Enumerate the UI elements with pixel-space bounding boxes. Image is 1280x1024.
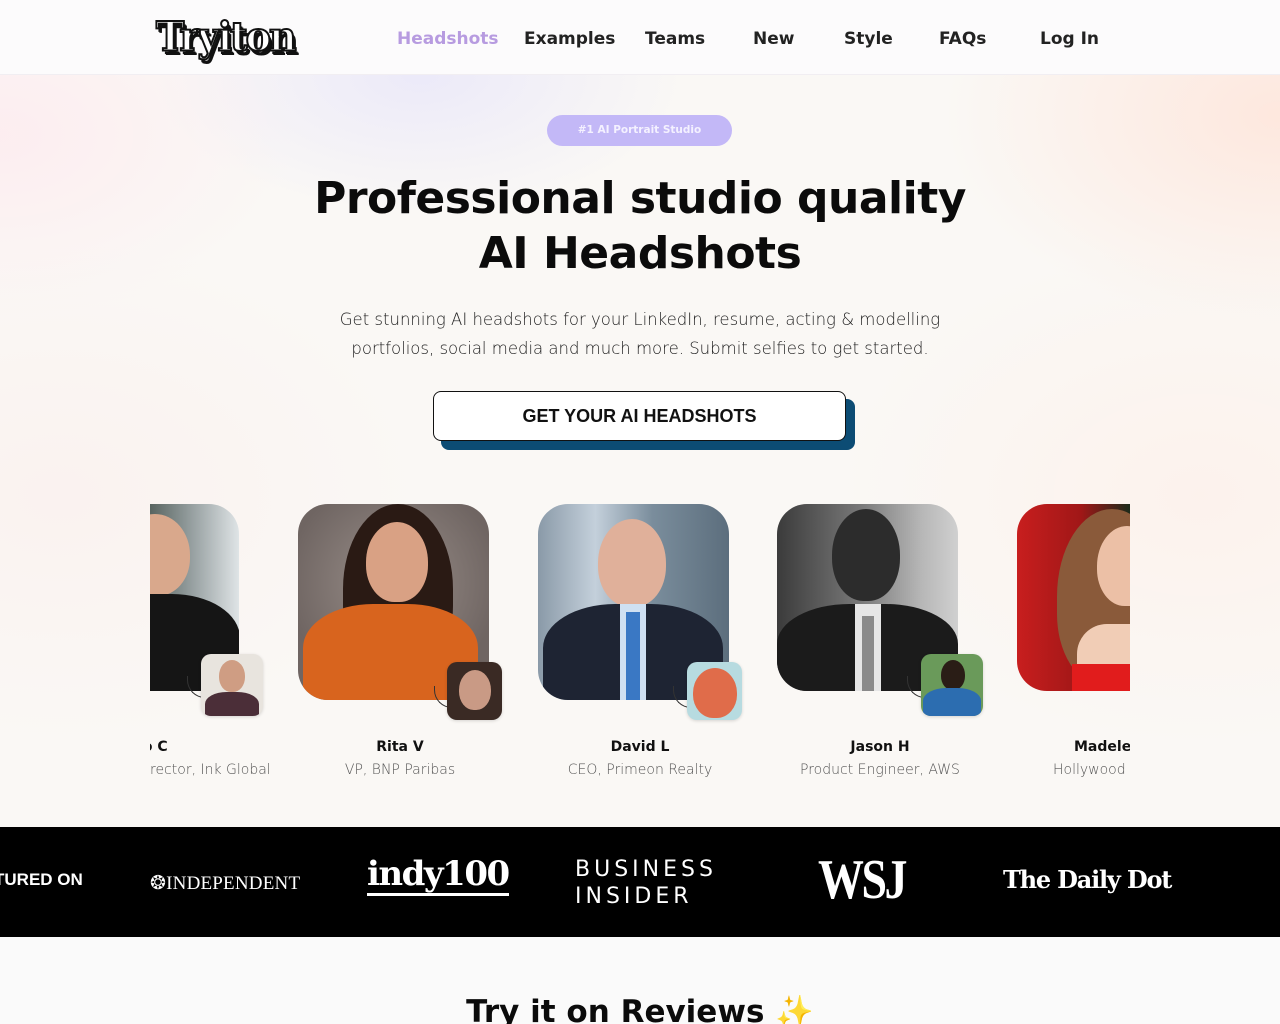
- selfie-thumbnail-icon: [687, 662, 742, 720]
- daily-dot-logo: The Daily Dot: [1003, 865, 1172, 894]
- reviews-title-text: Try it on Reviews: [466, 994, 765, 1024]
- person-role: Product Engineer, AWS: [800, 762, 960, 778]
- indy100-logo: indy100: [367, 854, 510, 896]
- sparkles-icon: ✨: [775, 994, 814, 1024]
- selfie-thumbnail-icon: [921, 654, 983, 716]
- carousel-card[interactable]: David L CEO, Primeon Realty: [530, 496, 750, 786]
- get-headshots-button[interactable]: GET YOUR AI HEADSHOTS: [433, 391, 846, 441]
- person-role: CEO, Primeon Realty: [567, 762, 713, 778]
- headshot-carousel[interactable]: tteo C rector, Ink Global Rita V VP, BNP…: [150, 496, 1130, 786]
- selfie-thumbnail-icon: [447, 662, 502, 720]
- nav-link-headshots[interactable]: Headshots: [397, 26, 499, 52]
- person-name: Madele: [1074, 739, 1130, 755]
- hero-subtitle: Get stunning AI headshots for your Linke…: [290, 305, 990, 363]
- carousel-card[interactable]: tteo C rector, Ink Global: [150, 496, 271, 786]
- independent-logo: ❂INDEPENDENT: [150, 873, 301, 894]
- person-role: Hollywood: [1053, 762, 1126, 778]
- carousel-card[interactable]: Rita V VP, BNP Paribas: [290, 496, 510, 786]
- carousel-card[interactable]: Madele Hollywood: [1010, 496, 1130, 786]
- hero-headline: Professional studio quality AI Headshots: [240, 171, 1040, 281]
- headline-line-2: AI Headshots: [478, 228, 802, 279]
- featured-on-strip: TURED ON ❂INDEPENDENT indy100 BUSINESS I…: [0, 827, 1280, 937]
- selfie-thumbnail-icon: [201, 654, 263, 716]
- subtitle-line-1: Get stunning AI headshots for your Linke…: [339, 310, 941, 329]
- person-name: Jason H: [850, 739, 910, 755]
- carousel-card[interactable]: Jason H Product Engineer, AWS: [770, 496, 990, 786]
- reviews-title: Try it on Reviews ✨: [340, 993, 940, 1024]
- portrait-image-icon: [1017, 504, 1130, 691]
- subtitle-line-2: portfolios, social media and much more. …: [351, 339, 929, 358]
- nav-link-faqs[interactable]: FAQs: [939, 26, 986, 52]
- person-role: VP, BNP Paribas: [344, 762, 456, 778]
- person-role: rector, Ink Global: [150, 762, 271, 778]
- nav-link-style[interactable]: Style: [844, 26, 893, 52]
- tryiton-logo[interactable]: Tryiton: [155, 11, 298, 64]
- nav-link-login[interactable]: Log In: [1040, 26, 1099, 52]
- person-name: Rita V: [376, 739, 424, 755]
- business-insider-logo: BUSINESS INSIDER: [575, 856, 717, 910]
- nav-link-examples[interactable]: Examples: [524, 26, 615, 52]
- business-insider-line-2: INSIDER: [575, 884, 693, 909]
- headline-line-1: Professional studio quality: [314, 173, 966, 224]
- hero-section: #1 AI Portrait Studio Professional studi…: [0, 75, 1280, 827]
- person-name: David L: [610, 739, 670, 755]
- featured-on-label: TURED ON: [0, 870, 83, 889]
- portrait-studio-badge: #1 AI Portrait Studio: [547, 115, 732, 146]
- nav-link-new[interactable]: New: [753, 26, 794, 52]
- business-insider-line-1: BUSINESS: [575, 857, 717, 882]
- nav-link-teams[interactable]: Teams: [645, 26, 705, 52]
- wsj-logo: WSJ: [818, 849, 908, 911]
- top-nav: Tryiton Headshots Examples Teams New Sty…: [0, 0, 1280, 75]
- person-name: tteo C: [150, 739, 168, 755]
- reviews-section: Try it on Reviews ✨: [0, 937, 1280, 1024]
